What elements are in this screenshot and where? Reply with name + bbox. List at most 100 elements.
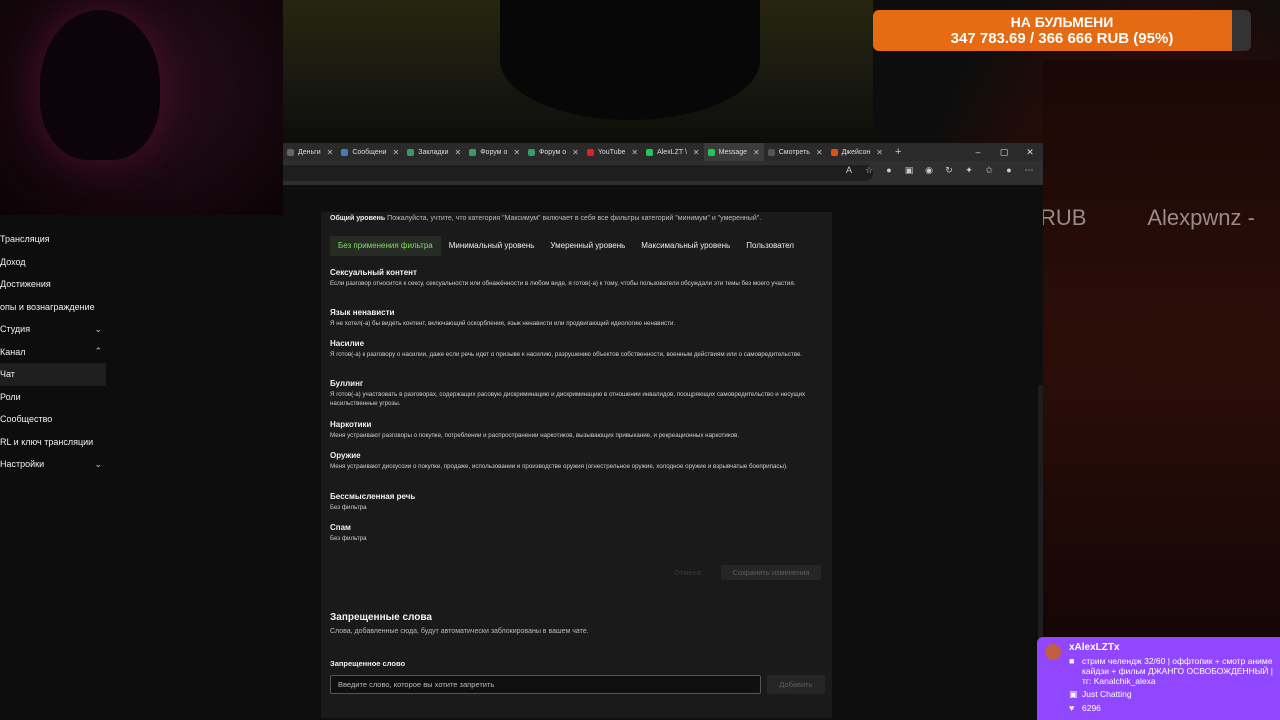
tab-custom[interactable]: Пользовател <box>738 236 802 256</box>
refresh-extension-icon[interactable]: ↻ <box>943 165 955 176</box>
sidebar-item-studio[interactable]: Студия ⌄ <box>0 318 106 341</box>
kick-icon <box>707 148 715 156</box>
browser-tab[interactable]: Форум о ✕ <box>524 143 583 161</box>
right-art <box>1043 60 1280 640</box>
close-icon[interactable]: ✕ <box>455 148 462 157</box>
sidebar-item-channel[interactable]: Канал ⌃ <box>0 341 106 364</box>
address-bar: A ☆ ● ▣ ◉ ↻ ✦ ✩ ● ⋯ <box>283 161 1043 185</box>
browser-tab[interactable]: Деньги ✕ <box>283 143 337 161</box>
heart-icon: ♥ <box>1069 703 1075 713</box>
tab-icon <box>469 148 477 156</box>
more-icon[interactable]: ⋯ <box>1023 165 1035 176</box>
chevron-down-icon: ⌄ <box>94 458 102 469</box>
category-violence: Насилие Я готов(-а) к разговору о насилии… <box>330 339 803 358</box>
tab-icon <box>830 148 838 156</box>
category-bullying: Буллинг Я готов(-а) участвовать в разгово… <box>330 379 806 407</box>
profile-avatar[interactable]: ● <box>1003 165 1015 176</box>
close-icon[interactable]: ✕ <box>513 148 520 157</box>
category-hate-speech: Язык ненависти Я не хотел(-а) бы видеть к… <box>330 308 676 327</box>
add-banned-word-button[interactable]: Добавить <box>767 675 825 694</box>
donation-banner: НА БУЛЬМЕНИ 347 783.69 / 366 666 RUB (95… <box>873 10 1251 51</box>
sidebar-item-roles[interactable]: Роли <box>0 386 106 409</box>
kick-icon <box>646 148 654 156</box>
tab-icon <box>407 148 415 156</box>
tab-moderate[interactable]: Умеренный уровень <box>542 236 633 256</box>
tab-icon <box>287 148 294 156</box>
tab-icon <box>528 148 536 156</box>
sidebar-item-achievements[interactable]: Достижения <box>0 273 106 296</box>
category-spam: Спам Без фильтра <box>330 523 367 542</box>
gamepad-icon: ▣ <box>1069 689 1078 699</box>
browser-window: Деньги ✕ Сообщени ✕ Закладки ✕ Форум о ✕ Фор… <box>283 143 1043 720</box>
browser-tab[interactable]: YouTube ✕ <box>583 143 642 161</box>
new-tab-button[interactable]: + <box>895 146 901 158</box>
anime-art-figure <box>500 0 760 120</box>
tab-minimal[interactable]: Минимальный уровень <box>441 236 543 256</box>
sidebar-item-rewards[interactable]: опы и вознаграждение <box>0 296 106 319</box>
sidebar-item-revenue[interactable]: Доход <box>0 251 106 274</box>
puzzle-icon[interactable]: ✦ <box>963 165 975 176</box>
twitch-stream-card: xAlexLZTx ■ стрим челендж 32/60 | оффтоп… <box>1037 637 1280 720</box>
close-icon[interactable]: ✕ <box>393 148 400 157</box>
close-icon[interactable]: ✕ <box>572 148 579 157</box>
category-drugs: Наркотики Меня устраивают разговоры о пок… <box>330 420 740 439</box>
ticker-item: RUB <box>1040 205 1087 230</box>
viewer-count: 6296 <box>1082 703 1101 713</box>
ticker: RUB Alexpwnz - <box>1040 205 1280 231</box>
donation-progress: 347 783.69 / 366 666 RUB (95%) <box>950 30 1174 47</box>
sidebar-item-chat[interactable]: Чат <box>0 363 106 386</box>
toolbar-icons: A ☆ ● ▣ ◉ ↻ ✦ ✩ ● ⋯ <box>843 165 1035 176</box>
url-field[interactable] <box>283 165 873 181</box>
filter-level-tabs: Без применения фильтра Минимальный урове… <box>330 236 802 256</box>
tab-icon <box>767 148 775 156</box>
sidebar-item-community[interactable]: Сообщество <box>0 408 106 431</box>
browser-tab[interactable]: Сообщени ✕ <box>337 143 403 161</box>
tab-bar: Деньги ✕ Сообщени ✕ Закладки ✕ Форум о ✕ Фор… <box>283 143 1043 161</box>
browser-tab[interactable]: Джейсон ✕ <box>827 143 887 161</box>
browser-tab[interactable]: Закладки ✕ <box>403 143 465 161</box>
streamer-name: xAlexLZTx <box>1069 642 1120 653</box>
banned-word-label: Запрещенное слово <box>330 659 406 668</box>
tab-icon <box>341 148 349 156</box>
webcam-person <box>40 10 160 160</box>
extension-icon[interactable]: ◉ <box>923 165 935 176</box>
category-sexual-content: Сексуальный контент Если разговор относит… <box>330 268 796 287</box>
close-icon[interactable]: ✕ <box>816 148 823 157</box>
browser-tab[interactable]: Смотреть ✕ <box>764 143 827 161</box>
sidebar: Трансляция Доход Достижения опы и вознаг… <box>0 228 106 476</box>
close-icon[interactable]: ✕ <box>327 148 334 157</box>
close-window-button[interactable]: ✕ <box>1017 143 1043 161</box>
browser-tab[interactable]: Форум о ✕ <box>465 143 524 161</box>
tab-no-filter[interactable]: Без применения фильтра <box>330 236 441 256</box>
avatar <box>1045 644 1061 660</box>
donation-title: НА БУЛЬМЕНИ <box>1010 14 1114 30</box>
cancel-button[interactable]: Отмена <box>674 568 701 577</box>
close-icon[interactable]: ✕ <box>876 148 883 157</box>
sidebar-item-stream[interactable]: Трансляция <box>0 228 106 251</box>
overall-level-note: Общий уровень Пожалуйста, учтите, что ка… <box>330 215 762 222</box>
favorites-icon[interactable]: ✩ <box>983 165 995 176</box>
maximize-button[interactable]: ▢ <box>991 143 1017 161</box>
window-controls: – ▢ ✕ <box>965 143 1043 161</box>
browser-tab-active[interactable]: Message ✕ <box>703 143 764 161</box>
category-weapons: Оружие Меня устраивают дискуссии о покупк… <box>330 451 788 470</box>
star-icon[interactable]: ☆ <box>863 165 875 176</box>
banned-word-input[interactable]: Введите слово, которое вы хотите запрети… <box>330 675 761 694</box>
page-content: Общий уровень Пожалуйста, учтите, что ка… <box>283 185 1043 720</box>
webcam-overlay <box>0 0 283 215</box>
extension-icon[interactable]: ● <box>883 165 895 176</box>
browser-tab[interactable]: AlexLZT \ ✕ <box>642 143 704 161</box>
sidebar-item-settings[interactable]: Настройки ⌄ <box>0 453 106 476</box>
close-icon[interactable]: ✕ <box>631 148 638 157</box>
tab-maximum[interactable]: Максимальный уровень <box>633 236 738 256</box>
minimize-button[interactable]: – <box>965 143 991 161</box>
close-icon[interactable]: ✕ <box>693 148 700 157</box>
sidebar-item-stream-key[interactable]: RL и ключ трансляции <box>0 431 106 454</box>
close-icon[interactable]: ✕ <box>753 148 760 157</box>
save-changes-button[interactable]: Сохранить изменения <box>721 565 821 580</box>
banned-words-title: Запрещенные слова <box>330 612 432 623</box>
category-gibberish: Бессмысленная речь Без фильтра <box>330 492 416 511</box>
wallet-icon[interactable]: ▣ <box>903 165 915 176</box>
camera-icon: ■ <box>1069 656 1075 666</box>
read-aloud-icon[interactable]: A <box>843 165 855 176</box>
